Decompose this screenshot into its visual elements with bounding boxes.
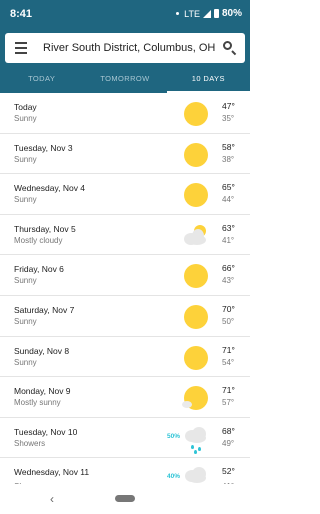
search-icon[interactable] [215, 33, 245, 63]
raindrop-icon [191, 444, 194, 449]
forecast-condition: Sunny [14, 195, 37, 205]
raindrop-icon [198, 446, 201, 451]
forecast-row[interactable]: Thursday, Nov 5 Mostly cloudy 63° 41° [0, 215, 250, 256]
forecast-high: 68° [222, 425, 235, 436]
forecast-low: 57° [222, 398, 235, 408]
location-search-bar[interactable]: River South District, Columbus, OH [5, 33, 245, 63]
sun-icon [182, 303, 210, 331]
forecast-high: 63° [222, 222, 235, 233]
sun-icon [182, 100, 210, 128]
forecast-row[interactable]: Friday, Nov 6 Sunny 66° 43° [0, 255, 250, 296]
forecast-low: 44° [222, 195, 235, 205]
forecast-high: 58° [222, 141, 235, 152]
forecast-list: Today Sunny 47° 35° Tuesday, Nov 3 Sunny 58° 38… [0, 93, 250, 499]
sun-icon [182, 141, 210, 169]
forecast-low: 41° [222, 235, 235, 245]
forecast-high: 70° [222, 303, 235, 314]
forecast-row[interactable]: Tuesday, Nov 3 Sunny 58° 38° [0, 134, 250, 175]
tab-today[interactable]: TODAY [0, 67, 83, 93]
battery-percent: 80% [221, 8, 242, 19]
back-icon[interactable]: ‹ [50, 493, 60, 505]
forecast-condition: Showers [14, 438, 46, 448]
forecast-condition: Sunny [14, 114, 37, 123]
forecast-high: 47° [222, 101, 235, 111]
precip-chance: 50% [167, 432, 181, 440]
forecast-condition: Sunny [14, 276, 37, 286]
signal-icon [202, 9, 211, 18]
forecast-condition: Sunny [14, 316, 37, 326]
status-indicators: LTE 80% [176, 8, 242, 19]
mostly-sunny-icon [182, 384, 210, 412]
forecast-day: Wednesday, Nov 11 [14, 467, 90, 478]
sun-icon [182, 344, 210, 372]
forecast-day: Friday, Nov 6 [14, 264, 64, 275]
forecast-row[interactable]: Monday, Nov 9 Mostly sunny 71° 57° [0, 377, 250, 418]
forecast-day: Wednesday, Nov 4 [14, 183, 86, 194]
forecast-row[interactable]: Tuesday, Nov 10 Showers 68° 49° 50% [0, 418, 250, 459]
forecast-high: 52° [222, 466, 235, 477]
forecast-high: 71° [222, 385, 235, 396]
forecast-high: 65° [222, 182, 235, 193]
mostly-cloudy-icon [182, 222, 210, 250]
tab-10-days[interactable]: 10 DAYS [166, 67, 251, 93]
forecast-row[interactable]: Today Sunny 47° 35° [0, 93, 250, 134]
sun-icon [182, 262, 210, 290]
forecast-day: Thursday, Nov 5 [14, 223, 76, 234]
forecast-day: Sunday, Nov 8 [14, 345, 70, 356]
forecast-condition: Mostly cloudy [14, 235, 63, 245]
tab-tomorrow[interactable]: TOMORROW [83, 67, 166, 93]
forecast-low: 49° [222, 438, 235, 448]
location-text[interactable]: River South District, Columbus, OH [37, 42, 215, 54]
network-label: LTE [184, 8, 200, 19]
forecast-low: 54° [222, 357, 235, 367]
forecast-day: Tuesday, Nov 10 [14, 426, 78, 437]
forecast-low: 35° [222, 114, 235, 123]
forecast-low: 50° [222, 316, 235, 326]
forecast-high: 66° [222, 263, 235, 274]
forecast-day: Saturday, Nov 7 [14, 304, 75, 315]
app-header: 8:41 LTE 80% River South District, Colum… [0, 0, 251, 93]
forecast-row[interactable]: Sunday, Nov 8 Sunny 71° 54° [0, 337, 250, 378]
status-bar: 8:41 LTE 80% [0, 0, 250, 28]
raindrop-icon [194, 449, 197, 454]
battery-icon [213, 9, 219, 18]
forecast-low: 38° [222, 154, 235, 164]
forecast-day: Tuesday, Nov 3 [14, 142, 73, 153]
forecast-condition: Sunny [14, 154, 37, 164]
showers-icon [182, 425, 210, 454]
forecast-day: Monday, Nov 9 [14, 386, 71, 397]
forecast-high: 71° [222, 344, 235, 355]
forecast-row[interactable]: Saturday, Nov 7 Sunny 70° 50° [0, 296, 250, 337]
system-nav-bar: ‹ [0, 484, 250, 514]
forecast-day: Today [14, 102, 37, 112]
menu-icon[interactable] [5, 33, 37, 63]
forecast-condition: Mostly sunny [14, 398, 61, 408]
notification-dot-icon [176, 12, 180, 15]
forecast-row[interactable]: Wednesday, Nov 4 Sunny 65° 44° [0, 174, 250, 215]
forecast-low: 43° [222, 276, 235, 286]
forecast-tabs: TODAY TOMORROW 10 DAYS [0, 67, 251, 93]
home-pill-icon[interactable] [115, 495, 135, 502]
status-time: 8:41 [10, 8, 33, 20]
forecast-condition: Sunny [14, 357, 37, 367]
precip-chance: 40% [167, 473, 181, 481]
sun-icon [182, 181, 210, 209]
